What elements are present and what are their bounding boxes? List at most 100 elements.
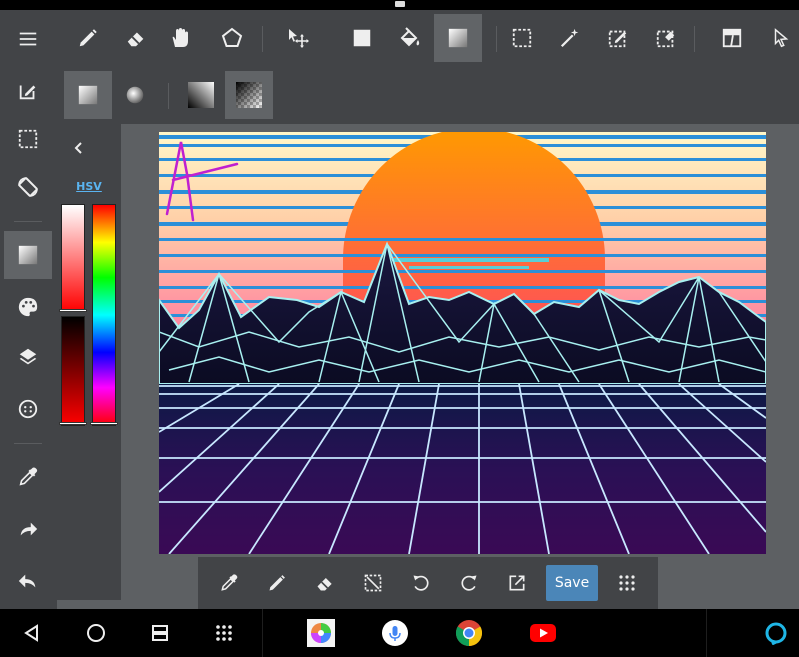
more-button[interactable] [4, 385, 52, 433]
alexa-button[interactable] [756, 613, 796, 653]
linear-gradient-button[interactable] [64, 71, 112, 119]
export-icon [509, 575, 525, 591]
bucket-tool-button[interactable] [386, 14, 434, 62]
save-button[interactable]: Save [546, 565, 598, 601]
redo-button[interactable] [4, 505, 52, 553]
selection-icon [18, 129, 38, 149]
bottom-redo-button[interactable] [448, 562, 490, 604]
home-button[interactable] [76, 613, 116, 653]
color-mode-label[interactable]: HSV [57, 180, 121, 193]
app-root: HSV Save [0, 0, 799, 657]
value-slider-handle[interactable] [59, 422, 87, 425]
menu-icon [19, 32, 37, 46]
eraser-icon [317, 578, 332, 591]
rotate-canvas-button[interactable] [4, 163, 52, 211]
medibang-app-icon [307, 619, 335, 647]
grid-icon [619, 575, 635, 591]
hand-tool-button[interactable] [156, 14, 204, 62]
magic-wand-icon [560, 28, 579, 48]
bucket-icon [400, 27, 420, 47]
eraser-tool-button[interactable] [112, 14, 160, 62]
move-tool-button[interactable] [274, 14, 322, 62]
layers-icon [19, 348, 37, 365]
drawing-canvas[interactable] [159, 132, 766, 554]
cursor-tool-button[interactable] [762, 14, 799, 62]
layers-button[interactable] [4, 333, 52, 381]
select-pen-icon [608, 30, 627, 48]
palette-button[interactable] [4, 283, 52, 331]
brush-icon [79, 29, 97, 47]
chrome-icon [455, 620, 483, 647]
sidebar-divider [14, 221, 42, 222]
status-bar [0, 0, 799, 10]
gradient-sidebar-button[interactable] [4, 231, 52, 279]
hue-slider[interactable] [92, 204, 116, 426]
bottom-eraser-button[interactable] [304, 562, 346, 604]
redo-icon [461, 575, 477, 591]
saturation-slider-handle[interactable] [59, 309, 87, 312]
chevron-left-icon [74, 142, 82, 154]
recents-button[interactable] [140, 613, 180, 653]
edit-button[interactable] [4, 67, 52, 115]
value-slider[interactable] [61, 316, 85, 426]
move-icon [289, 29, 309, 48]
toolbar-divider [262, 26, 263, 52]
collapse-panel-button[interactable] [67, 136, 91, 160]
bottom-pen-button[interactable] [256, 562, 298, 604]
brush-tool-button[interactable] [64, 14, 112, 62]
bottom-toolbar: Save [198, 557, 658, 609]
select-eraser-tool-button[interactable] [642, 14, 690, 62]
notification-icon [395, 1, 405, 7]
back-button[interactable] [12, 613, 52, 653]
layout-tool-button[interactable] [708, 14, 756, 62]
select-rect-icon [512, 28, 532, 48]
eraser-icon [127, 32, 144, 47]
radial-gradient-button[interactable] [111, 71, 159, 119]
magic-wand-tool-button[interactable] [546, 14, 594, 62]
eyedropper-button[interactable] [4, 453, 52, 501]
hand-icon [172, 28, 188, 47]
toolbar-divider [496, 26, 497, 52]
bottom-eyedropper-button[interactable] [208, 562, 250, 604]
clear-selection-icon [364, 574, 382, 592]
undo-button[interactable] [4, 557, 52, 605]
selection-button[interactable] [4, 115, 52, 163]
select-pen-tool-button[interactable] [594, 14, 642, 62]
bottom-undo-button[interactable] [400, 562, 442, 604]
radial-gradient-icon [126, 86, 144, 104]
home-icon [87, 624, 105, 642]
voice-assistant-icon [382, 620, 408, 646]
polygon-icon [221, 27, 243, 47]
youtube-app-button[interactable] [529, 619, 557, 647]
voice-assistant-button[interactable] [381, 619, 409, 647]
fg-to-transparent-gradient-button[interactable] [225, 71, 273, 119]
toolbar-divider [168, 83, 169, 109]
nav-divider [262, 609, 263, 657]
menu-button[interactable] [4, 15, 52, 63]
hue-slider-handle[interactable] [90, 422, 118, 425]
canvas-artwork [159, 132, 766, 554]
gradient-tool-button[interactable] [434, 14, 482, 62]
apps-grid-icon [216, 625, 232, 641]
clear-selection-button[interactable] [352, 562, 394, 604]
medibang-app-button[interactable] [307, 619, 335, 647]
select-eraser-icon [656, 30, 675, 48]
more-icon [18, 399, 38, 419]
sidebar-divider [14, 443, 42, 444]
palette-icon [18, 297, 38, 317]
polygon-tool-button[interactable] [208, 14, 256, 62]
grid-menu-button[interactable] [606, 562, 648, 604]
main-toolbar [0, 10, 799, 67]
youtube-icon [530, 624, 556, 642]
fill-rect-tool-button[interactable] [338, 14, 386, 62]
fg-to-bg-gradient-button[interactable] [177, 71, 225, 119]
chrome-app-button[interactable] [455, 619, 483, 647]
export-button[interactable] [496, 562, 538, 604]
apps-grid-button[interactable] [204, 613, 244, 653]
layout-icon [722, 28, 742, 48]
rotate-icon [18, 177, 38, 197]
saturation-slider[interactable] [61, 204, 85, 312]
fg-to-transparent-gradient-icon [236, 82, 262, 108]
undo-icon [413, 575, 429, 591]
select-rect-tool-button[interactable] [498, 14, 546, 62]
